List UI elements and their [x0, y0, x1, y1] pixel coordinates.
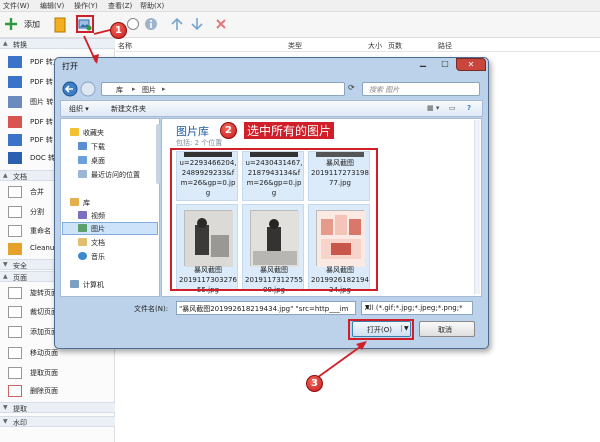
step-badge-1: 1 [110, 22, 127, 39]
annotation-arrows [83, 27, 367, 381]
step-badge-3: 3 [306, 375, 323, 392]
step2-instruction: 选中所有的图片 [244, 122, 335, 139]
step-badge-2: 2 [220, 122, 237, 139]
